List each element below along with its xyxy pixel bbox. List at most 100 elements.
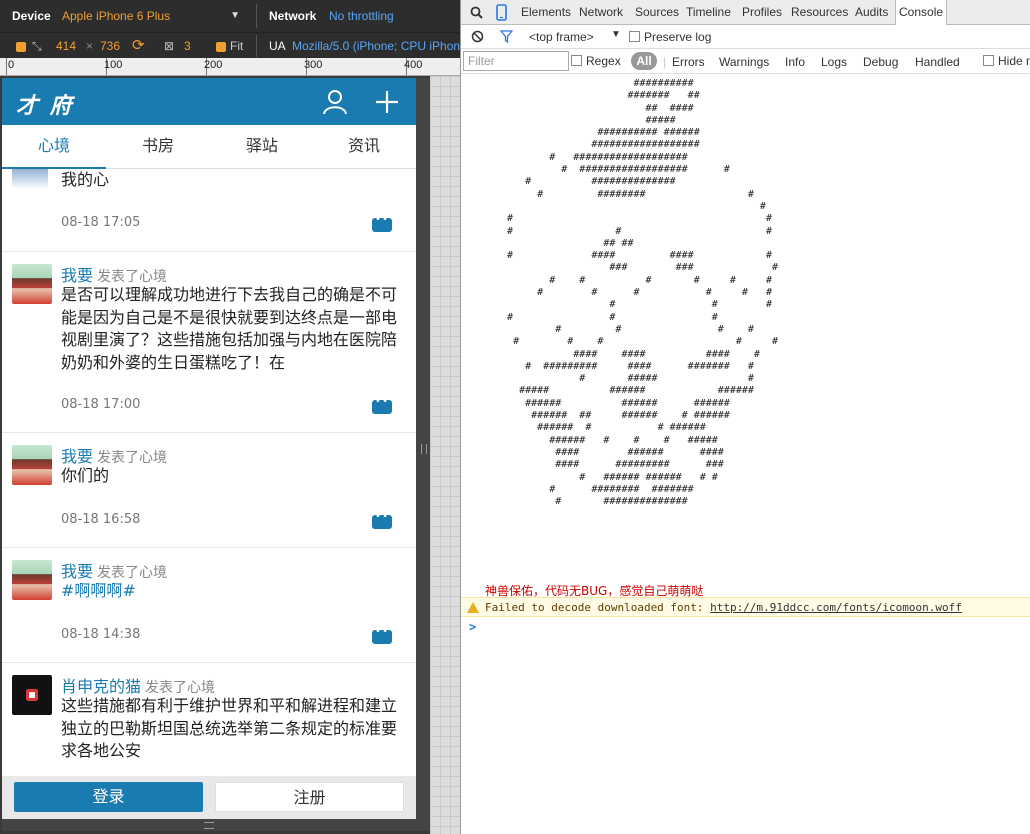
devtools-tabbar: Elements Network Sources Timeline Profil… xyxy=(461,0,1030,25)
app-tabs: 心境 书房 驿站 资讯 xyxy=(2,125,416,169)
tab-profiles[interactable]: Profiles xyxy=(742,0,782,25)
tab-audits[interactable]: Audits xyxy=(855,0,888,25)
list-item[interactable]: 我要 发表了心境 你们的 08-18 16:58 xyxy=(2,433,416,548)
list-item[interactable]: 我要 发表了心境 #啊啊啊# 08-18 14:38 xyxy=(2,548,416,663)
tab-console[interactable]: Console xyxy=(895,0,948,25)
device-toolbar: Device Apple iPhone 6 Plus ▼ Network No … xyxy=(0,0,460,32)
chevron-down-icon[interactable]: ▼ xyxy=(611,29,621,40)
post-text: 我的心 xyxy=(61,170,110,189)
console-toolbar: <top frame> ▼ Preserve log xyxy=(461,25,1030,49)
warning-url-link[interactable]: http://m.91ddcc.com/fonts/icomoon.woff xyxy=(710,601,962,614)
console-filter-bar: Filter Regex All | Errors Warnings Info … xyxy=(461,49,1030,74)
console-warning: Failed to decode downloaded font: http:/… xyxy=(461,597,1030,617)
filter-icon[interactable] xyxy=(500,30,513,43)
tab-yizhan[interactable]: 驿站 xyxy=(210,125,314,169)
ruler-label: 100 xyxy=(104,59,123,71)
device-select[interactable]: Apple iPhone 6 Plus ▼ xyxy=(62,0,242,32)
device-metrics-toolbar: ⤡ 414 × 736 ⟳ ⊠ 3 Fit UA Mozilla/5.0 (iP… xyxy=(0,32,460,58)
filter-input[interactable]: Filter xyxy=(463,51,569,71)
list-item[interactable]: 我的心 08-18 17:05 xyxy=(2,169,416,252)
fit-checkbox[interactable]: Fit xyxy=(216,33,243,59)
level-logs[interactable]: Logs xyxy=(821,55,847,69)
width-field[interactable]: 414 xyxy=(56,33,76,59)
post-action: 发表了心境 xyxy=(97,269,168,285)
device-select-value: Apple iPhone 6 Plus xyxy=(62,9,171,23)
canvas-grid xyxy=(430,76,460,834)
level-warnings[interactable]: Warnings xyxy=(719,55,769,69)
user-icon[interactable] xyxy=(322,89,348,115)
level-errors[interactable]: Errors xyxy=(672,55,705,69)
regex-label: Regex xyxy=(586,54,621,68)
scale-field[interactable]: 3 xyxy=(184,33,191,59)
chevron-down-icon: ▼ xyxy=(230,10,240,21)
level-all-button[interactable]: All xyxy=(631,52,657,70)
post-text: 这些措施都有利于维护世界和平和解进程和建立独立的巴勒斯坦国总统选举第二条规定的标… xyxy=(61,696,398,760)
avatar[interactable] xyxy=(12,169,48,189)
avatar[interactable] xyxy=(12,264,52,304)
ruler-tick xyxy=(6,58,7,75)
post-author[interactable]: 肖申克的猫 发表了心境 xyxy=(61,673,215,697)
avatar[interactable] xyxy=(12,560,52,600)
console-output: ########## ####### ## ## #### ##### ####… xyxy=(461,74,1030,834)
author-name[interactable]: 我要 xyxy=(61,562,93,581)
resize-icon: ⤡ xyxy=(32,39,42,53)
list-item[interactable]: 我要 发表了心境 是否可以理解成功地进行下去我自己的确是不可能是因为自己是不是很快… xyxy=(2,252,416,433)
login-button[interactable]: 登录 xyxy=(14,782,203,812)
level-handled[interactable]: Handled xyxy=(915,55,960,69)
resolution-checkbox[interactable] xyxy=(16,33,30,59)
inspect-search-icon[interactable] xyxy=(470,6,483,19)
tab-resources[interactable]: Resources xyxy=(791,0,848,25)
tab-network[interactable]: Network xyxy=(579,0,623,25)
comment-icon[interactable] xyxy=(372,396,392,414)
list-item[interactable]: 肖申克的猫 发表了心境 这些措施都有利于维护世界和平和解进程和建立独立的巴勒斯坦国… xyxy=(2,663,416,776)
tab-zixun[interactable]: 资讯 xyxy=(312,125,416,169)
post-text: 是否可以理解成功地进行下去我自己的确是不可能是因为自己是不是很快就要到达终点是一… xyxy=(61,285,398,372)
post-time: 08-18 16:58 xyxy=(61,512,141,527)
horizontal-ruler: 0 100 200 300 400 xyxy=(0,58,460,76)
ua-value[interactable]: Mozilla/5.0 (iPhone; CPU iPhone xyxy=(292,33,460,59)
device-mode-icon[interactable] xyxy=(496,4,507,21)
comment-icon[interactable] xyxy=(372,511,392,529)
rotate-icon[interactable]: ⟳ xyxy=(132,33,145,59)
tab-elements[interactable]: Elements xyxy=(521,0,571,25)
post-time: 08-18 17:05 xyxy=(61,215,141,230)
ruler-label: 300 xyxy=(304,59,323,71)
regex-checkbox[interactable]: Regex xyxy=(571,54,621,68)
resize-handle-bottom[interactable] xyxy=(2,819,430,831)
avatar[interactable] xyxy=(12,445,52,485)
post-author[interactable]: 我要 发表了心境 xyxy=(61,558,167,582)
plus-icon[interactable] xyxy=(374,89,400,115)
frame-select[interactable]: <top frame> xyxy=(529,30,594,44)
register-button[interactable]: 注册 xyxy=(215,782,404,812)
console-prompt[interactable]: > xyxy=(469,620,476,634)
level-debug[interactable]: Debug xyxy=(863,55,898,69)
level-divider: | xyxy=(663,55,667,69)
preserve-log-label: Preserve log xyxy=(644,30,712,44)
ruler-label: 400 xyxy=(404,59,423,71)
resize-handle-right[interactable] xyxy=(416,78,430,819)
tab-shufang[interactable]: 书房 xyxy=(106,125,210,169)
comment-icon[interactable] xyxy=(372,626,392,644)
tab-xinjing[interactable]: 心境 xyxy=(2,125,106,169)
tab-timeline[interactable]: Timeline xyxy=(686,0,731,25)
comment-icon[interactable] xyxy=(372,214,392,232)
avatar[interactable] xyxy=(12,675,52,715)
tab-sources[interactable]: Sources xyxy=(635,0,679,25)
author-name[interactable]: 我要 xyxy=(61,266,93,285)
post-author[interactable]: 我要 发表了心境 xyxy=(61,262,167,286)
preserve-log-checkbox[interactable]: Preserve log xyxy=(629,30,711,44)
fit-label: Fit xyxy=(230,39,244,53)
hide-network-checkbox[interactable]: Hide n xyxy=(983,54,1030,68)
author-name[interactable]: 我要 xyxy=(61,447,93,466)
post-action: 发表了心境 xyxy=(97,565,168,581)
clear-console-icon[interactable] xyxy=(471,30,484,43)
post-topic-link[interactable]: #啊啊啊# xyxy=(61,580,403,603)
scale-icon: ⊠ xyxy=(164,39,175,53)
post-author[interactable]: 我要 发表了心境 xyxy=(61,443,167,467)
height-field[interactable]: 736 xyxy=(100,33,120,59)
post-time: 08-18 14:38 xyxy=(61,627,141,642)
network-label: Network xyxy=(269,9,317,23)
level-info[interactable]: Info xyxy=(785,55,805,69)
author-name[interactable]: 肖申克的猫 xyxy=(61,677,141,696)
network-select[interactable]: No throttling xyxy=(329,0,394,32)
